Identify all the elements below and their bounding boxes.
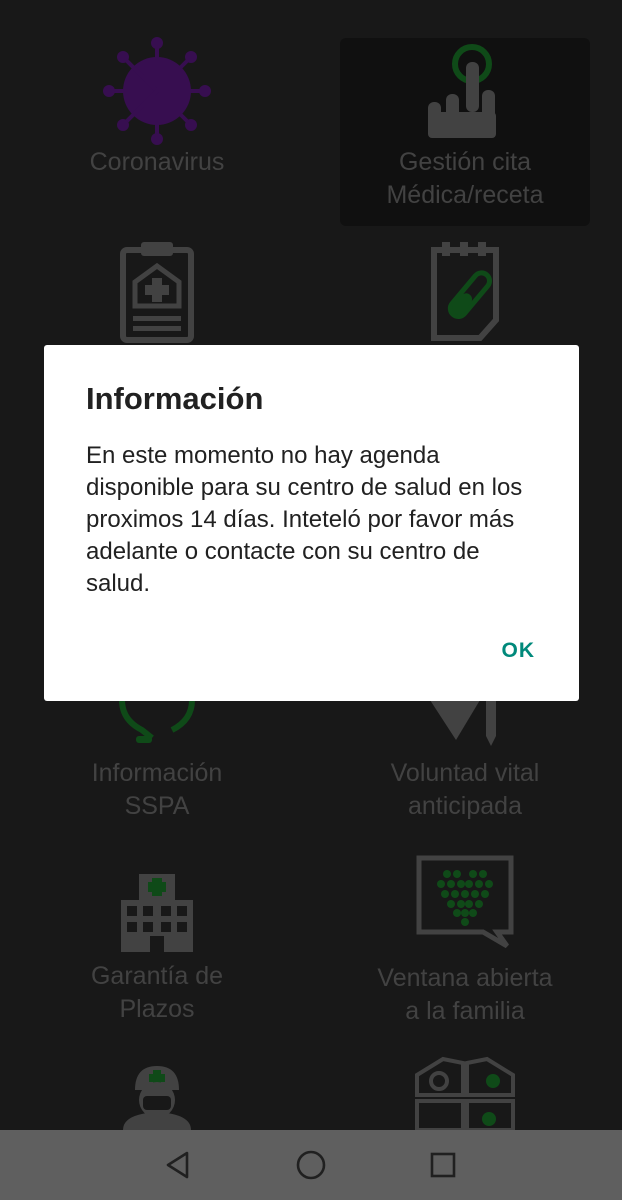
- recents-icon: [430, 1152, 456, 1178]
- nav-home-button[interactable]: [271, 1130, 351, 1200]
- nav-recents-button[interactable]: [403, 1130, 483, 1200]
- information-dialog: Información En este momento no hay agend…: [44, 345, 579, 701]
- home-icon: [296, 1150, 326, 1180]
- back-icon: [166, 1151, 189, 1179]
- dialog-title: Información: [86, 381, 264, 416]
- system-navigation-bar: [0, 1130, 622, 1200]
- ok-button[interactable]: OK: [502, 639, 536, 663]
- dialog-message: En este momento no hay agenda disponible…: [86, 442, 523, 597]
- nav-back-button[interactable]: [138, 1130, 218, 1200]
